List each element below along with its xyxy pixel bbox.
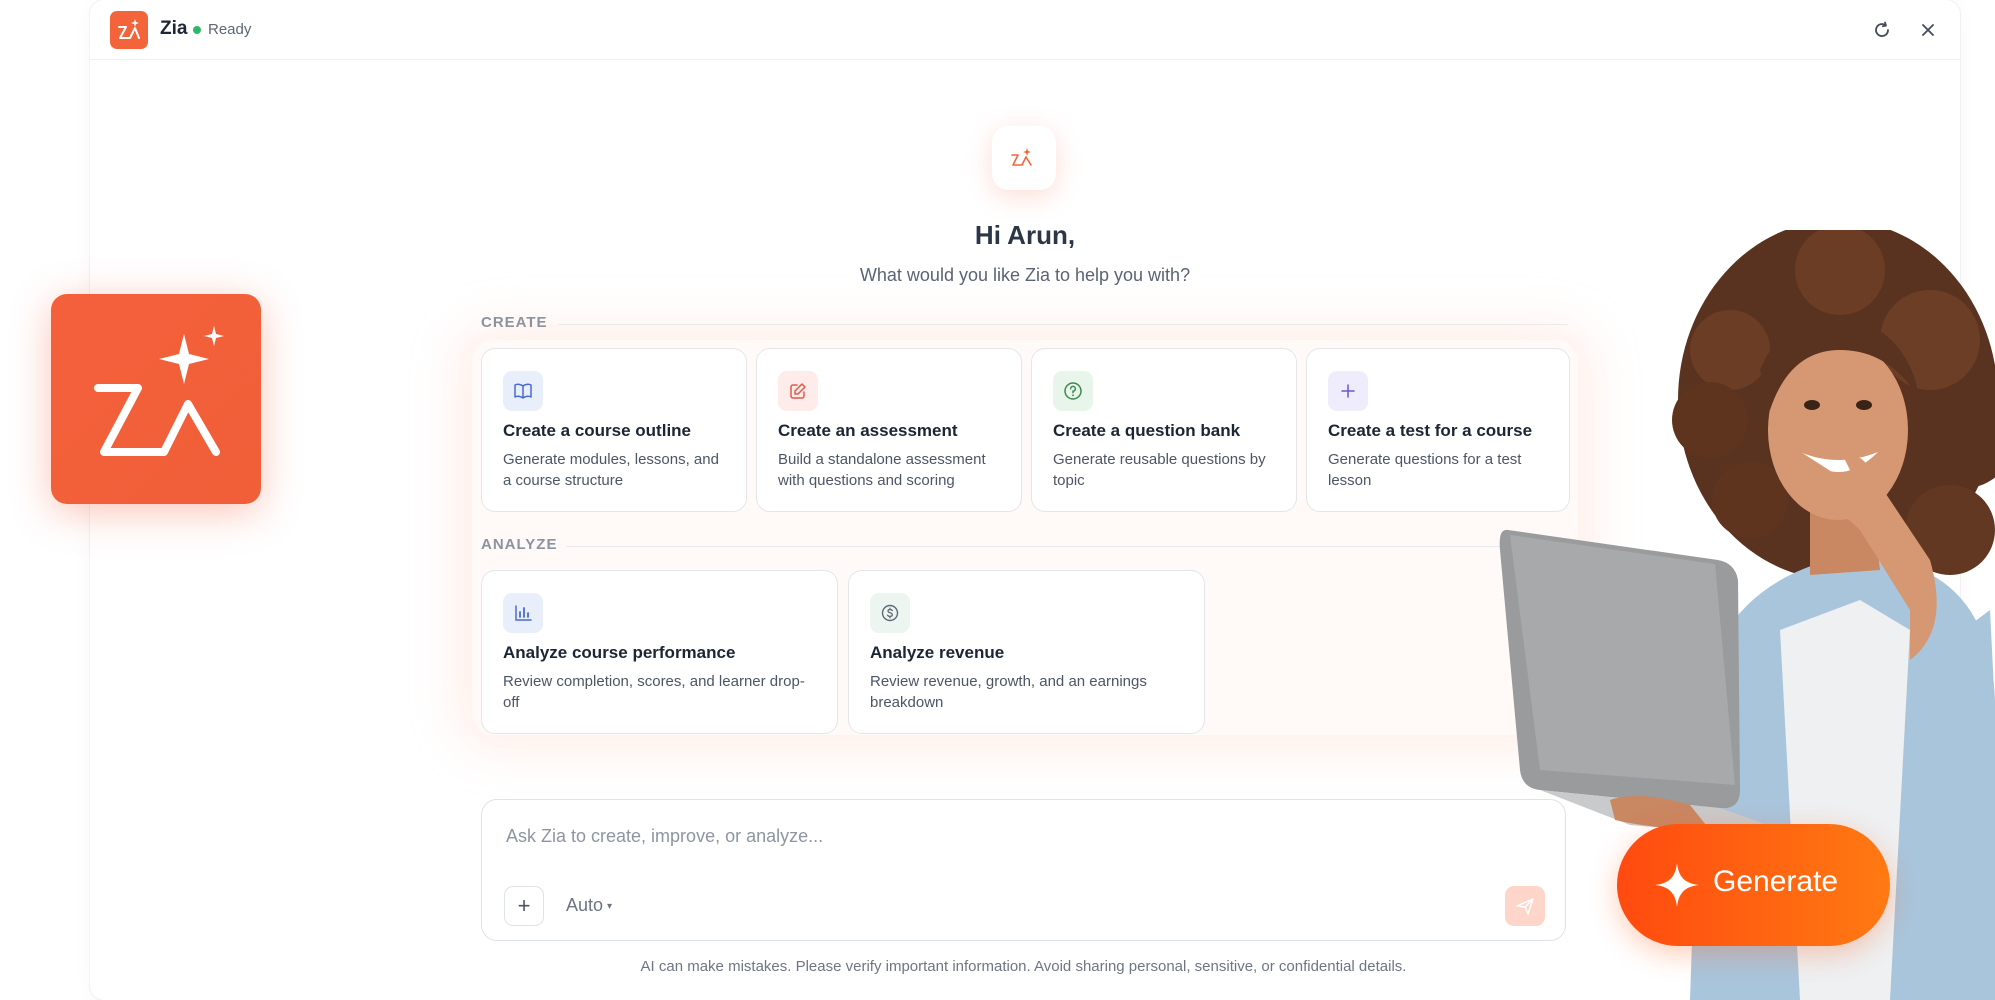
card-create-course-outline[interactable]: Create a course outline Generate modules… xyxy=(481,348,747,512)
refresh-icon[interactable] xyxy=(1868,16,1896,44)
status-text: Ready xyxy=(208,21,252,38)
card-description: Review revenue, growth, and an earnings … xyxy=(870,673,1147,711)
zia-brand-logo xyxy=(51,294,261,504)
card-analyze-revenue[interactable]: Analyze revenue Review revenue, growth, … xyxy=(848,570,1205,734)
close-icon[interactable] xyxy=(1914,16,1942,44)
book-icon xyxy=(503,371,543,411)
card-description: Generate reusable questions by topic xyxy=(1053,451,1266,489)
add-icon: + xyxy=(517,893,531,918)
card-title: Analyze course performance xyxy=(503,643,736,662)
greeting-subtitle: What would you like Zia to help you with… xyxy=(859,265,1191,285)
zia-logo-icon xyxy=(110,11,148,49)
dollar-icon xyxy=(870,593,910,633)
card-create-question-bank[interactable]: Create a question bank Generate reusable… xyxy=(1031,348,1297,512)
card-title: Create a question bank xyxy=(1053,421,1241,440)
plus-icon xyxy=(1328,371,1368,411)
status-dot xyxy=(193,26,201,34)
prompt-input[interactable]: Ask Zia to create, improve, or analyze..… xyxy=(506,826,823,847)
generate-label: Generate xyxy=(1713,865,1839,898)
card-description: Review completion, scores, and learner d… xyxy=(503,673,805,711)
generate-button[interactable]: Generate xyxy=(1617,824,1890,946)
card-description: Generate modules, lessons, and a course … xyxy=(503,451,719,489)
greeting: Hi Arun, xyxy=(974,220,1076,250)
analyze-section-label: ANALYZE xyxy=(481,536,558,553)
chevron-down-icon: ▾ xyxy=(607,900,613,912)
app-name: Zia xyxy=(160,18,188,39)
card-description: Build a standalone assessment with quest… xyxy=(778,451,986,489)
card-create-assessment[interactable]: Create an assessment Build a standalone … xyxy=(756,348,1022,512)
card-title: Create a course outline xyxy=(503,421,692,440)
card-title: Analyze revenue xyxy=(870,643,1005,662)
create-section-label: CREATE xyxy=(481,314,548,331)
bar-chart-icon xyxy=(503,593,543,633)
zia-hero-logo xyxy=(992,126,1056,190)
stage: Zia Ready Hi Arun, What would you like Z… xyxy=(0,0,1995,1000)
question-icon xyxy=(1053,371,1093,411)
add-attachment-button[interactable]: + xyxy=(504,886,544,926)
card-analyze-course-performance[interactable]: Analyze course performance Review comple… xyxy=(481,570,838,734)
edit-icon xyxy=(778,371,818,411)
title-bar: Zia Ready xyxy=(90,0,1960,60)
mode-selector[interactable]: Auto ▾ xyxy=(566,895,612,916)
sparkle-icon xyxy=(1655,863,1699,907)
card-title: Create an assessment xyxy=(778,421,958,440)
mode-label: Auto xyxy=(566,895,604,915)
